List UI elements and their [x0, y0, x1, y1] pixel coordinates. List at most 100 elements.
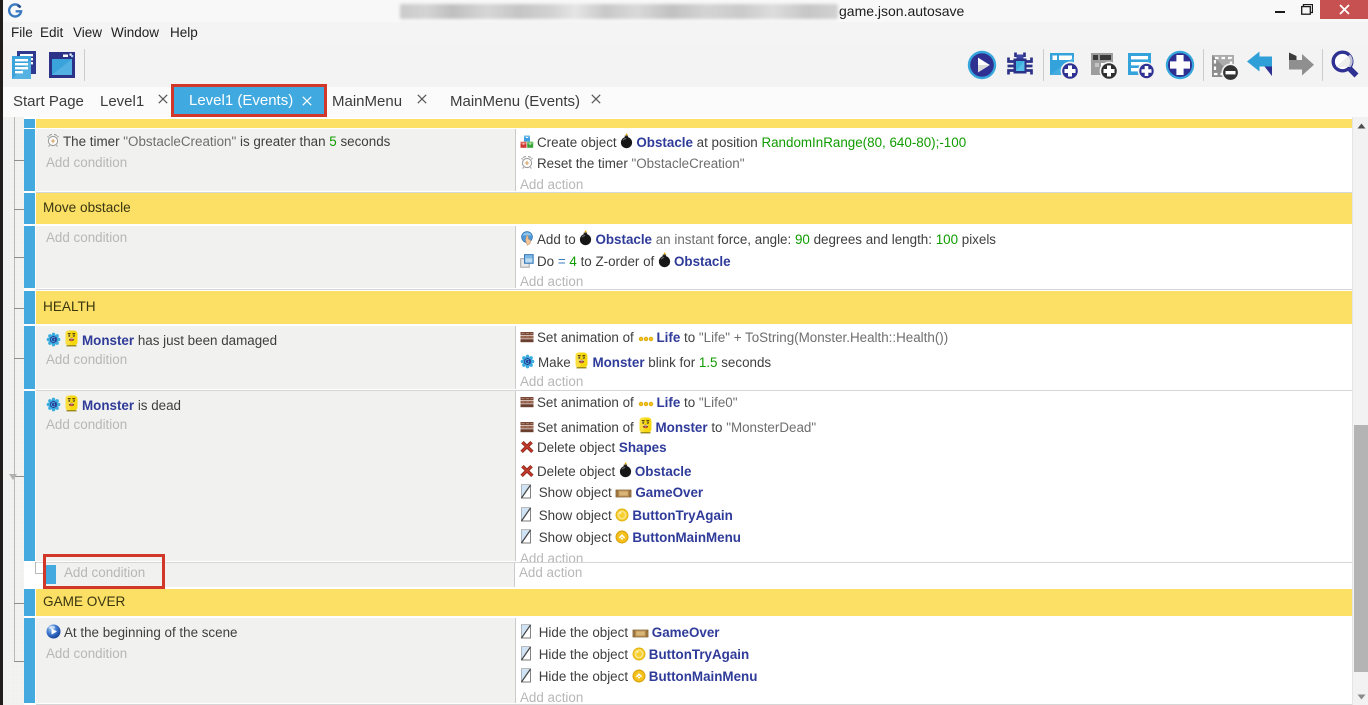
vertical-scrollbar[interactable] — [1352, 117, 1368, 705]
event-handle-bar[interactable] — [24, 291, 35, 324]
action-line[interactable]: Reset the timer "ObstacleCreation" — [516, 155, 1352, 177]
z-order-icon — [520, 254, 537, 269]
action-line[interactable]: Do = 4 to Z-order of Obstacle — [516, 252, 1352, 274]
scene-window-icon[interactable] — [46, 49, 78, 81]
buttonmainmenu-object-icon — [632, 669, 646, 683]
monster-icon — [574, 352, 589, 369]
tab-close-icon[interactable] — [157, 93, 168, 104]
action-line[interactable]: Show object ButtonTryAgain — [516, 507, 1352, 529]
create-object-icon — [520, 135, 537, 150]
collapse-arrow-icon[interactable] — [9, 474, 17, 480]
text-segment: "MonsterDead" — [726, 420, 816, 435]
menu-edit[interactable]: Edit — [40, 25, 63, 40]
comment-body[interactable]: GAME OVER — [36, 589, 1352, 616]
condition-line[interactable]: Monster is dead — [36, 395, 515, 417]
tab-close-icon[interactable] — [416, 93, 427, 104]
event-handle-bar[interactable] — [24, 226, 35, 288]
restore-icon — [1301, 4, 1313, 15]
restore-button[interactable] — [1293, 0, 1320, 19]
comment-body[interactable]: Move obstacle — [36, 193, 1352, 224]
add-condition-button[interactable]: Add condition — [36, 230, 515, 252]
condition-line[interactable]: Monster has just been damaged — [36, 330, 515, 352]
scroll-up-button[interactable] — [1353, 117, 1368, 134]
add-special-event-icon[interactable] — [1164, 49, 1196, 81]
event-handle-bar[interactable] — [24, 129, 35, 191]
event-row: Monster has just been damagedAdd conditi… — [24, 326, 1352, 389]
condition-line[interactable]: The timer "ObstacleCreation" is greater … — [36, 133, 515, 155]
add-action-button[interactable]: Add action — [516, 690, 1352, 705]
add-subevent-icon[interactable] — [1087, 49, 1119, 81]
delete-event-icon[interactable] — [1207, 49, 1239, 81]
visibility-icon — [520, 646, 532, 661]
add-event-icon[interactable] — [1048, 49, 1080, 81]
add-comment-icon[interactable] — [1125, 49, 1157, 81]
projects-icon[interactable] — [8, 49, 40, 81]
action-line[interactable]: Hide the object ButtonMainMenu — [516, 668, 1352, 690]
actions-cell[interactable]: Add to Obstacle an instant force, angle:… — [516, 226, 1352, 288]
minimize-button[interactable] — [1262, 0, 1291, 19]
event-handle-bar[interactable] — [24, 391, 35, 561]
action-line[interactable]: Hide the object ButtonTryAgain — [516, 646, 1352, 668]
event-handle-bar[interactable] — [24, 119, 35, 128]
redo-icon[interactable] — [1284, 49, 1316, 81]
undo-icon[interactable] — [1245, 49, 1277, 81]
actions-cell[interactable]: Set animation of Life to "Life0"Set anim… — [516, 391, 1352, 561]
action-line[interactable]: Add to Obstacle an instant force, angle:… — [516, 230, 1352, 252]
conditions-cell[interactable]: Monster has just been damagedAdd conditi… — [36, 326, 516, 389]
menu-window[interactable]: Window — [111, 25, 159, 40]
text-segment: Obstacle — [595, 232, 652, 247]
play-icon[interactable] — [966, 49, 998, 81]
search-icon[interactable] — [1329, 49, 1361, 81]
action-line[interactable]: Set animation of Life to "Life0" — [516, 395, 1352, 417]
comment-body[interactable]: HEALTH — [36, 291, 1352, 324]
action-line[interactable]: Set animation of Monster to "MonsterDead… — [516, 417, 1352, 439]
add-condition-button[interactable]: Add condition — [36, 352, 515, 374]
close-button[interactable] — [1320, 0, 1368, 19]
tab-label: MainMenu — [332, 93, 402, 110]
add-condition-button[interactable]: Add condition — [36, 417, 515, 439]
scrollbar-thumb[interactable] — [1354, 425, 1368, 672]
menu-file[interactable]: File — [11, 25, 33, 40]
conditions-cell[interactable]: Add condition — [36, 226, 516, 288]
event-handle-bar[interactable] — [24, 589, 35, 616]
actions-cell[interactable]: Add action — [515, 563, 1352, 587]
gameover-object-icon — [615, 488, 632, 499]
action-line[interactable]: Delete object Obstacle — [516, 462, 1352, 484]
text-segment: = — [558, 254, 570, 269]
action-line[interactable]: Make Monster blink for 1.5 seconds — [516, 352, 1352, 374]
add-condition-button[interactable]: Add condition — [36, 646, 515, 668]
action-line[interactable]: Delete object Shapes — [516, 440, 1352, 462]
event-handle-bar[interactable] — [24, 618, 35, 703]
behavior-icon — [46, 398, 64, 413]
buttonmainmenu-object-icon — [615, 530, 632, 545]
action-line[interactable]: Show object ButtonMainMenu — [516, 529, 1352, 551]
event-handle-bar[interactable] — [24, 193, 35, 224]
conditions-cell[interactable]: At the beginning of the sceneAdd conditi… — [36, 618, 516, 703]
action-line[interactable]: Set animation of Life to "Life" + ToStri… — [516, 330, 1352, 352]
event-handle-bar[interactable] — [24, 326, 35, 389]
actions-cell[interactable]: Create object Obstacle at position Rando… — [516, 129, 1352, 191]
action-line[interactable]: Create object Obstacle at position Rando… — [516, 133, 1352, 155]
actions-cell[interactable]: Set animation of Life to "Life" + ToStri… — [516, 326, 1352, 389]
actions-cell[interactable]: Hide the object GameOver Hide the object… — [516, 618, 1352, 703]
comment-body[interactable] — [36, 119, 1352, 128]
text-segment: to — [680, 395, 699, 410]
monster-icon — [638, 420, 656, 435]
tab-close-icon[interactable] — [590, 93, 601, 104]
text-segment: to — [680, 330, 699, 345]
menu-help[interactable]: Help — [170, 25, 198, 40]
obstacle-object-icon — [619, 464, 635, 479]
add-action-button[interactable]: Add action — [515, 565, 1352, 587]
action-line[interactable]: Hide the object GameOver — [516, 624, 1352, 646]
action-line[interactable]: Show object GameOver — [516, 484, 1352, 506]
conditions-cell[interactable]: The timer "ObstacleCreation" is greater … — [36, 129, 516, 191]
life-object-icon — [638, 330, 657, 345]
add-condition-button[interactable]: Add condition — [36, 155, 515, 177]
text-segment: Monster — [656, 420, 708, 435]
conditions-cell[interactable]: Monster is deadAdd condition — [36, 391, 516, 561]
debugger-icon[interactable] — [1004, 49, 1036, 81]
scroll-down-button[interactable] — [1353, 688, 1368, 705]
condition-line[interactable]: At the beginning of the scene — [36, 624, 515, 646]
menu-view[interactable]: View — [73, 25, 102, 40]
tree-tick — [14, 209, 24, 210]
